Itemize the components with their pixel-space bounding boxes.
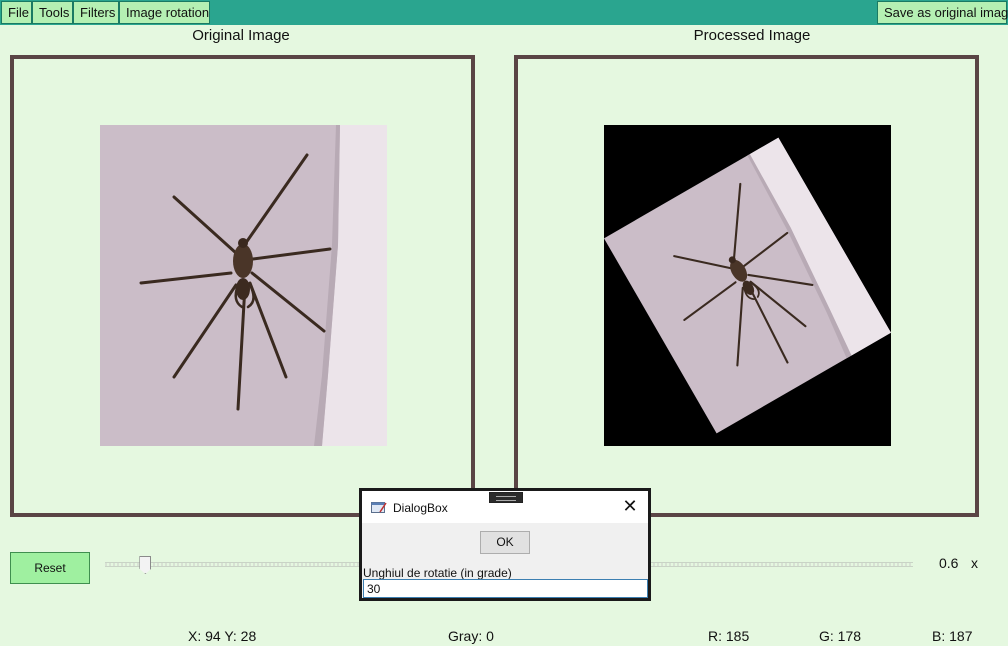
save-as-original-button[interactable]: Save as original image — [877, 1, 1008, 24]
blue-readout: B: 187 — [932, 628, 973, 644]
red-readout: R: 185 — [708, 628, 750, 644]
ok-button[interactable]: OK — [480, 531, 530, 554]
original-image-title: Original Image — [192, 27, 290, 44]
gray-readout: Gray: 0 — [448, 628, 494, 644]
dialog-titlebar[interactable]: DialogBox ✕ — [362, 491, 648, 523]
rotation-angle-label: Unghiul de rotatie (in grade) — [363, 566, 512, 580]
rotation-angle-input[interactable] — [363, 579, 648, 598]
coords-readout: X: 94 Y: 28 — [188, 628, 257, 644]
close-icon[interactable]: ✕ — [618, 497, 642, 517]
menu-tools[interactable]: Tools — [32, 1, 73, 24]
zoom-value: 0.6 — [939, 555, 959, 571]
reset-button[interactable]: Reset — [10, 552, 90, 584]
green-readout: G: 178 — [819, 628, 862, 644]
original-image-frame — [10, 55, 475, 517]
processed-image-title: Processed Image — [693, 27, 811, 44]
rotation-dialog: DialogBox ✕ OK Unghiul de rotatie (in gr… — [359, 488, 651, 601]
dialog-app-icon — [371, 502, 387, 513]
menu-file[interactable]: File — [1, 1, 32, 24]
zoom-slider-thumb[interactable] — [139, 556, 152, 574]
menu-filters[interactable]: Filters — [73, 1, 119, 24]
menu-image-rotation[interactable]: Image rotation — [119, 1, 210, 24]
zoom-suffix: x — [971, 555, 978, 571]
processed-image-frame — [514, 55, 979, 517]
drag-handle[interactable] — [489, 492, 523, 503]
dialog-title: DialogBox — [393, 501, 448, 515]
processed-image — [604, 125, 891, 446]
original-image — [100, 125, 387, 446]
